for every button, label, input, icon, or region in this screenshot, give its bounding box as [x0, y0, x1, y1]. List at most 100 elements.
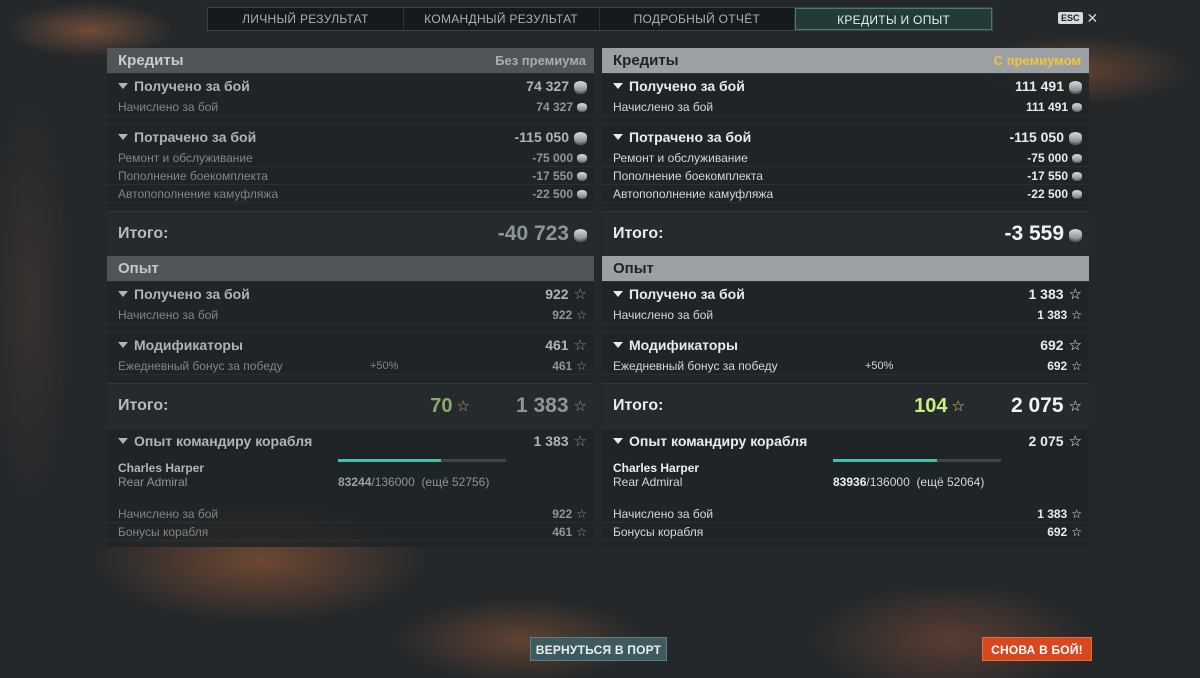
section-value: 922 [545, 286, 569, 302]
exp-header: Опыт [602, 256, 1089, 281]
exp-star-icon: ☆ [573, 336, 587, 354]
row-value: 1 383 [1037, 307, 1068, 322]
row-label: Начислено за бой [118, 99, 219, 114]
row-label: Автопополнение камуфляжа [613, 186, 774, 201]
commander-card: Charles Harper Rear Admiral 83244/136000… [107, 453, 594, 505]
credits-coin-icon [577, 189, 587, 198]
tab-credits-and-exp[interactable]: КРЕДИТЫ И ОПЫТ [795, 8, 992, 30]
credits-total: Итого: -3 559 [602, 211, 1089, 256]
total-label: Итого: [118, 225, 169, 242]
commander-exp-section[interactable]: Опыт командиру корабля 1 383 ☆ [107, 428, 594, 453]
credits-block: Кредиты С премиумом Получено за бой 111 … [602, 48, 1089, 256]
row-label: Автопополнение камуфляжа [118, 186, 279, 201]
tab-detailed-report[interactable]: ПОДРОБНЫЙ ОТЧЁТ [600, 8, 796, 30]
row-label: Начислено за бой [118, 506, 219, 521]
result-tabs: ЛИЧНЫЙ РЕЗУЛЬТАТ КОМАНДНЫЙ РЕЗУЛЬТАТ ПОД… [207, 7, 993, 31]
credits-spent-section[interactable]: Потрачено за бой -115 050 [602, 124, 1089, 149]
section-value: 2 075 [1028, 433, 1064, 449]
section-label: Получено за бой [629, 286, 745, 302]
section-value: -115 050 [514, 129, 570, 145]
exp-total: Итого: 104 ☆ 2 075 ☆ [602, 383, 1089, 428]
exp-earned-section[interactable]: Получено за бой 1 383 ☆ [602, 281, 1089, 306]
row-value: 111 491 [1025, 99, 1068, 114]
credits-coin-icon [1072, 102, 1082, 111]
exp-earned-section[interactable]: Получено за бой 922 ☆ [107, 281, 594, 306]
return-to-port-button[interactable]: ВЕРНУТЬСЯ В ПОРТ [530, 637, 667, 661]
credits-coin-icon [1069, 80, 1082, 92]
exp-star-icon: ☆ [1071, 506, 1082, 521]
exp-title: Опыт [118, 260, 159, 277]
close-icon[interactable]: ✕ [1087, 11, 1099, 25]
credits-coin-icon [1069, 228, 1082, 240]
list-item: Начислено за бой 922 ☆ [107, 505, 594, 523]
collapse-triangle-icon [118, 342, 128, 348]
free-exp-star-icon: ☆ [951, 397, 965, 415]
list-item: Автопополнение камуфляжа -22 500 [602, 185, 1089, 203]
section-label: Опыт командиру корабля [629, 433, 808, 449]
row-label: Начислено за бой [613, 506, 714, 521]
esc-key-badge: ESC [1058, 12, 1083, 24]
commander-exp-section[interactable]: Опыт командиру корабля 2 075 ☆ [602, 428, 1089, 453]
credits-total: Итого: -40 723 [107, 211, 594, 256]
exp-star-icon: ☆ [1068, 336, 1082, 354]
credits-coin-icon [1069, 131, 1082, 143]
credits-coin-icon [577, 171, 587, 180]
row-value: 922 [552, 506, 573, 521]
section-value: 1 383 [1028, 286, 1064, 302]
section-value: 461 [545, 337, 569, 353]
exp-block: Опыт Получено за бой 1 383 ☆ Начислено за… [602, 256, 1089, 547]
tab-team-result[interactable]: КОМАНДНЫЙ РЕЗУЛЬТАТ [404, 8, 600, 30]
list-item: Бонусы корабля 692 ☆ [602, 523, 1089, 541]
section-label: Потрачено за бой [134, 129, 257, 145]
row-value: 461 [552, 524, 573, 539]
modifiers-section[interactable]: Модификаторы 461 ☆ [107, 332, 594, 357]
row-value: -22 500 [532, 186, 573, 201]
bonus-percent: +50% [865, 359, 894, 372]
row-label: Начислено за бой [613, 307, 714, 322]
credits-coin-icon [1072, 189, 1082, 198]
exp-block: Опыт Получено за бой 922 ☆ Начислено за б… [107, 256, 594, 547]
esc-close[interactable]: ESC ✕ [1058, 11, 1098, 25]
credits-spent-section[interactable]: Потрачено за бой -115 050 [107, 124, 594, 149]
total-label: Итого: [118, 397, 169, 414]
progress-fill [833, 459, 937, 462]
free-exp-value: 70 [430, 394, 453, 417]
section-label: Получено за бой [629, 78, 745, 94]
row-value: -75 000 [1027, 150, 1068, 165]
free-exp-star-icon: ☆ [456, 397, 470, 415]
total-value: -40 723 [497, 222, 569, 245]
commander-card: Charles Harper Rear Admiral 83936/136000… [602, 453, 1089, 505]
list-item: Бонусы корабля 461 ☆ [107, 523, 594, 541]
credits-earned-section[interactable]: Получено за бой 111 491 [602, 73, 1089, 98]
list-item: Начислено за бой 1 383 ☆ [602, 306, 1089, 324]
total-label: Итого: [613, 397, 664, 414]
commander-progress-text: 83936/136000 (ещё 52064) [833, 475, 985, 489]
row-value: 1 383 [1037, 506, 1068, 521]
section-label: Модификаторы [629, 337, 738, 353]
collapse-triangle-icon [613, 438, 623, 444]
free-exp-value: 104 [914, 394, 948, 417]
exp-star-icon: ☆ [1068, 397, 1082, 415]
row-label: Бонусы корабля [118, 524, 209, 539]
modifiers-section[interactable]: Модификаторы 692 ☆ [602, 332, 1089, 357]
tab-personal-result[interactable]: ЛИЧНЫЙ РЕЗУЛЬТАТ [208, 8, 404, 30]
exp-star-icon: ☆ [576, 524, 587, 539]
total-value: 1 383 [515, 394, 569, 417]
credits-earned-section[interactable]: Получено за бой 74 327 [107, 73, 594, 98]
section-value: 111 491 [1014, 78, 1064, 94]
exp-star-icon: ☆ [576, 506, 587, 521]
row-label: Ежедневный бонус за победу [613, 358, 778, 373]
list-item: Пополнение боекомплекта -17 550 [107, 167, 594, 185]
list-item: Автопополнение камуфляжа -22 500 [107, 185, 594, 203]
progress-fill [338, 459, 441, 462]
commander-progress-bar [833, 459, 1001, 462]
row-label: Пополнение боекомплекта [118, 168, 268, 183]
row-label: Ремонт и обслуживание [118, 150, 253, 165]
exp-header: Опыт [107, 256, 594, 281]
row-value: -17 550 [532, 168, 573, 183]
premium-status-tag: Без премиума [495, 53, 586, 68]
battle-again-button[interactable]: СНОВА В БОЙ! [982, 637, 1092, 661]
collapse-triangle-icon [613, 342, 623, 348]
credits-block: Кредиты Без премиума Получено за бой 74 … [107, 48, 594, 256]
panel-with-premium: Кредиты С премиумом Получено за бой 111 … [602, 48, 1089, 547]
